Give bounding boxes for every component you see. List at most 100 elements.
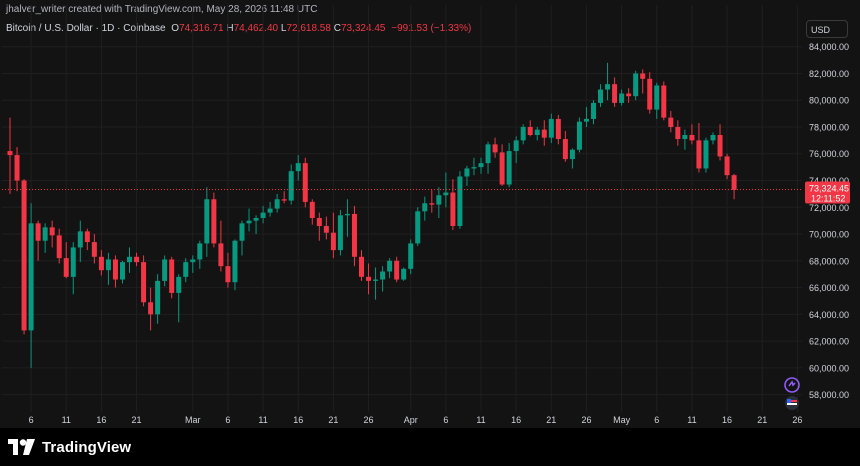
candle-body — [302, 163, 308, 202]
candle-body — [527, 126, 533, 136]
candle — [513, 136, 519, 164]
x-tick-label: 6 — [443, 415, 448, 425]
candle — [112, 255, 118, 288]
candle-body — [605, 84, 611, 90]
candle-body — [422, 203, 428, 212]
candle-body — [7, 151, 13, 156]
tradingview-logo-icon — [8, 439, 35, 455]
candle — [373, 267, 379, 300]
candle — [246, 208, 252, 232]
candle-body — [464, 168, 470, 177]
tradingview-logo[interactable]: TradingView — [8, 437, 131, 457]
candle — [401, 267, 407, 281]
candle — [682, 129, 688, 150]
y-tick-label: 76,000.00 — [809, 149, 849, 159]
candle-body — [380, 271, 386, 280]
x-tick-label: 16 — [293, 415, 303, 425]
x-tick-label: May — [613, 415, 631, 425]
candle — [309, 199, 315, 225]
candle — [548, 113, 554, 144]
candle-body — [408, 243, 414, 269]
candle-body — [590, 102, 596, 119]
candle-body — [443, 192, 449, 196]
candle — [731, 173, 737, 200]
x-tick-label: Apr — [404, 415, 418, 425]
candle — [668, 110, 674, 133]
time-axis[interactable]: 6 11 16 21 Mar 6 11 16 21 26 Apr 6 11 16 21 26 May 6 11 16 2… — [29, 415, 803, 425]
candle — [63, 242, 69, 279]
candle-body — [63, 258, 69, 277]
candle — [281, 191, 287, 204]
x-tick-label: 16 — [511, 415, 521, 425]
candle — [408, 239, 414, 275]
x-tick-label: 21 — [757, 415, 767, 425]
candle-body — [583, 118, 589, 122]
price-axis[interactable]: 84,000.00 82,000.00 80,000.00 78,000.00 76,0… — [809, 42, 849, 400]
candle — [661, 81, 667, 121]
candle — [274, 193, 280, 213]
candle — [28, 203, 34, 368]
candle-body — [499, 152, 505, 185]
candle-body — [183, 262, 189, 277]
candle — [84, 228, 90, 251]
candle — [98, 250, 104, 276]
candle — [436, 187, 442, 218]
candle — [190, 255, 196, 273]
candle-body — [225, 266, 231, 283]
candle-body — [274, 199, 280, 209]
candle — [35, 220, 41, 261]
candle — [387, 258, 393, 279]
candle — [654, 82, 660, 119]
candle-body — [661, 85, 667, 118]
candle — [710, 132, 716, 145]
candle-body — [717, 135, 723, 157]
x-tick-label: 21 — [132, 415, 142, 425]
x-tick-label: Mar — [185, 415, 201, 425]
candle — [323, 216, 329, 240]
candle-body — [619, 93, 625, 103]
candle — [295, 155, 301, 181]
candle-body — [626, 93, 632, 97]
candle-body — [485, 144, 491, 164]
candle-body — [710, 135, 716, 141]
x-tick-label: 11 — [476, 415, 485, 425]
candle — [464, 165, 470, 186]
candle-body — [569, 149, 575, 160]
y-tick-label: 78,000.00 — [809, 122, 849, 132]
candle-body — [309, 201, 315, 218]
candle — [267, 201, 273, 217]
x-tick-label: 11 — [258, 415, 267, 425]
candle-body — [696, 140, 702, 169]
candle — [330, 212, 336, 259]
candle-body — [534, 129, 540, 136]
candlestick-chart[interactable]: 84,000.00 82,000.00 80,000.00 78,000.00 76,0… — [0, 0, 860, 466]
candle-body — [14, 155, 20, 181]
x-tick-label: 26 — [581, 415, 591, 425]
candle-body — [323, 226, 329, 233]
candle — [169, 256, 175, 299]
candle — [232, 239, 238, 291]
x-tick-label: 6 — [225, 415, 230, 425]
candle-body — [127, 256, 133, 263]
candle — [696, 122, 702, 173]
candle-body — [148, 302, 154, 315]
candle-body — [492, 144, 498, 153]
candle-body — [288, 171, 294, 201]
flag-icon[interactable] — [784, 395, 800, 411]
candles — [7, 62, 737, 368]
candle-body — [70, 247, 76, 277]
candle-body — [337, 215, 343, 251]
candle-body — [513, 140, 519, 152]
x-tick-label: 11 — [687, 415, 696, 425]
x-tick-label: 21 — [546, 415, 556, 425]
candle-body — [359, 256, 364, 277]
x-tick-label: 6 — [29, 415, 34, 425]
candle — [218, 220, 224, 272]
candle — [134, 252, 140, 267]
y-tick-label: 84,000.00 — [809, 42, 849, 52]
candle — [7, 117, 13, 194]
indicator-swap-icon[interactable] — [784, 377, 800, 393]
x-tick-label: 6 — [654, 415, 659, 425]
candle-body — [562, 139, 568, 160]
candle — [478, 157, 484, 174]
